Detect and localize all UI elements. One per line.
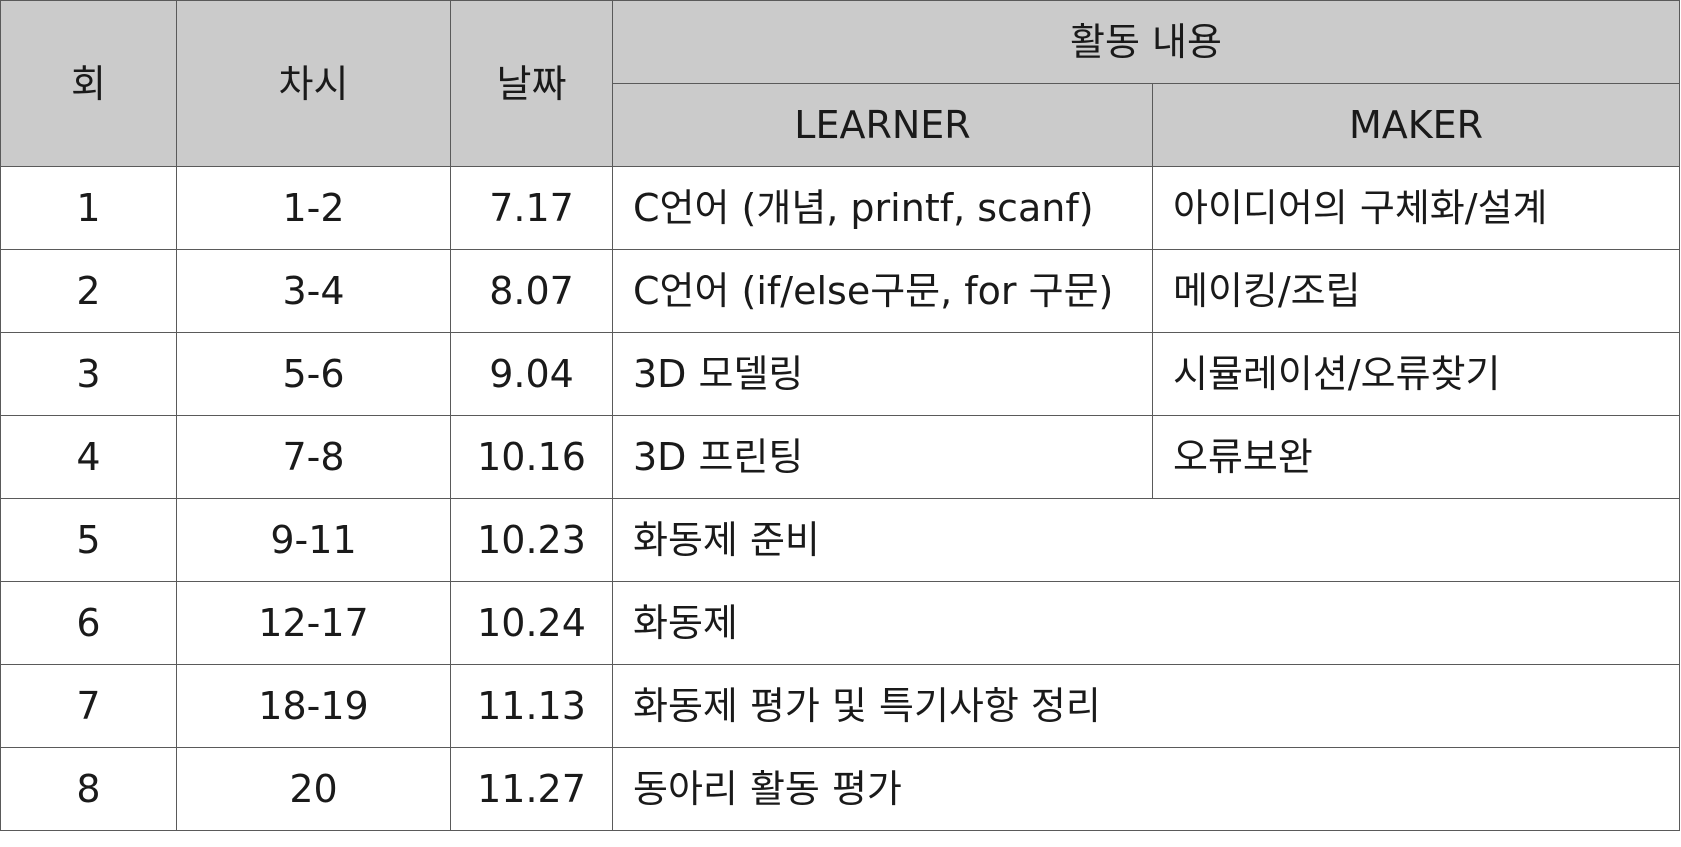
table-header: 회 차시 날짜 활동 내용 LEARNER MAKER xyxy=(0,0,1681,167)
cell-session: 3-4 xyxy=(176,249,451,333)
cell-date: 10.24 xyxy=(450,581,613,665)
table-row: 8 20 11.27 동아리 활동 평가 xyxy=(0,747,1681,831)
cell-activity: 동아리 활동 평가 xyxy=(611,747,1681,831)
cell-no: 5 xyxy=(0,498,177,582)
cell-learner: C언어 (if/else구문, for 구문) xyxy=(612,249,1153,333)
table-row: 3 5-6 9.04 3D 모델링 시뮬레이션/오류찾기 xyxy=(0,332,1681,416)
table-body: 1 1-2 7.17 C언어 (개념, printf, scanf) 아이디어의… xyxy=(0,166,1681,831)
schedule-page: 회 차시 날짜 활동 내용 LEARNER MAKER 1 1-2 7.17 C… xyxy=(0,0,1681,847)
cell-session: 5-6 xyxy=(176,332,451,416)
cell-session: 18-19 xyxy=(176,664,451,748)
cell-date: 9.04 xyxy=(450,332,613,416)
table-row: 4 7-8 10.16 3D 프린팅 오류보완 xyxy=(0,415,1681,499)
cell-activity: 화동제 준비 xyxy=(611,498,1681,582)
cell-session: 1-2 xyxy=(176,166,451,250)
cell-maker: 시뮬레이션/오류찾기 xyxy=(1151,332,1681,416)
cell-session: 9-11 xyxy=(176,498,451,582)
cell-learner: 3D 모델링 xyxy=(612,332,1153,416)
table-row: 7 18-19 11.13 화동제 평가 및 특기사항 정리 xyxy=(0,664,1681,748)
cell-no: 1 xyxy=(0,166,177,250)
activity-schedule-table: 회 차시 날짜 활동 내용 LEARNER MAKER 1 1-2 7.17 C… xyxy=(0,0,1681,831)
cell-session: 20 xyxy=(176,747,451,831)
cell-no: 8 xyxy=(0,747,177,831)
header-session: 차시 xyxy=(176,0,451,167)
cell-learner: C언어 (개념, printf, scanf) xyxy=(612,166,1153,250)
cell-session: 12-17 xyxy=(176,581,451,665)
cell-no: 7 xyxy=(0,664,177,748)
header-maker: MAKER xyxy=(1151,83,1681,167)
table-row: 2 3-4 8.07 C언어 (if/else구문, for 구문) 메이킹/조… xyxy=(0,249,1681,333)
cell-no: 4 xyxy=(0,415,177,499)
cell-maker: 오류보완 xyxy=(1151,415,1681,499)
header-no: 회 xyxy=(0,0,177,167)
cell-activity: 화동제 xyxy=(611,581,1681,665)
table-row: 1 1-2 7.17 C언어 (개념, printf, scanf) 아이디어의… xyxy=(0,166,1681,250)
cell-activity: 화동제 평가 및 특기사항 정리 xyxy=(611,664,1681,748)
cell-date: 11.13 xyxy=(450,664,613,748)
header-row-top: 회 차시 날짜 활동 내용 xyxy=(0,0,1681,167)
cell-no: 6 xyxy=(0,581,177,665)
cell-maker: 아이디어의 구체화/설계 xyxy=(1151,166,1681,250)
cell-date: 8.07 xyxy=(450,249,613,333)
cell-date: 10.23 xyxy=(450,498,613,582)
cell-date: 7.17 xyxy=(450,166,613,250)
cell-no: 2 xyxy=(0,249,177,333)
table-row: 6 12-17 10.24 화동제 xyxy=(0,581,1681,665)
header-date: 날짜 xyxy=(450,0,613,167)
cell-learner: 3D 프린팅 xyxy=(612,415,1153,499)
cell-date: 10.16 xyxy=(450,415,613,499)
cell-date: 11.27 xyxy=(450,747,613,831)
header-activity: 활동 내용 xyxy=(611,0,1681,84)
header-learner: LEARNER xyxy=(612,83,1153,167)
cell-no: 3 xyxy=(0,332,177,416)
table-row: 5 9-11 10.23 화동제 준비 xyxy=(0,498,1681,582)
cell-session: 7-8 xyxy=(176,415,451,499)
cell-maker: 메이킹/조립 xyxy=(1151,249,1681,333)
